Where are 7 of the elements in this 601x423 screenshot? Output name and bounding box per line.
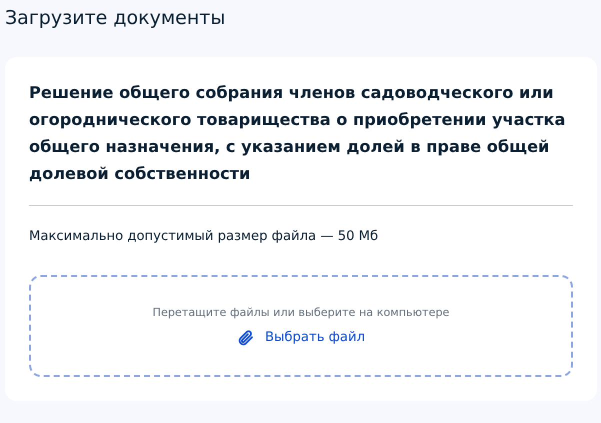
paperclip-icon <box>236 328 255 346</box>
size-limit-note: Максимально допустимый размер файла — 50 Мб <box>29 228 380 246</box>
dropzone-hint: Перетащите файлы или выберите на компьютере <box>152 306 450 318</box>
document-title: Решение общего собрания членов садоводческого или огороднического товарищества о приобретении участка общего назначения, с указанием долей в праве общей долевой собственности <box>29 82 566 185</box>
file-dropzone[interactable]: Перетащите файлы или выберите на компьютере Выбрать файл <box>29 275 573 377</box>
page-title: Загрузите документы <box>5 6 226 31</box>
choose-file-link[interactable]: Выбрать файл <box>236 328 366 346</box>
